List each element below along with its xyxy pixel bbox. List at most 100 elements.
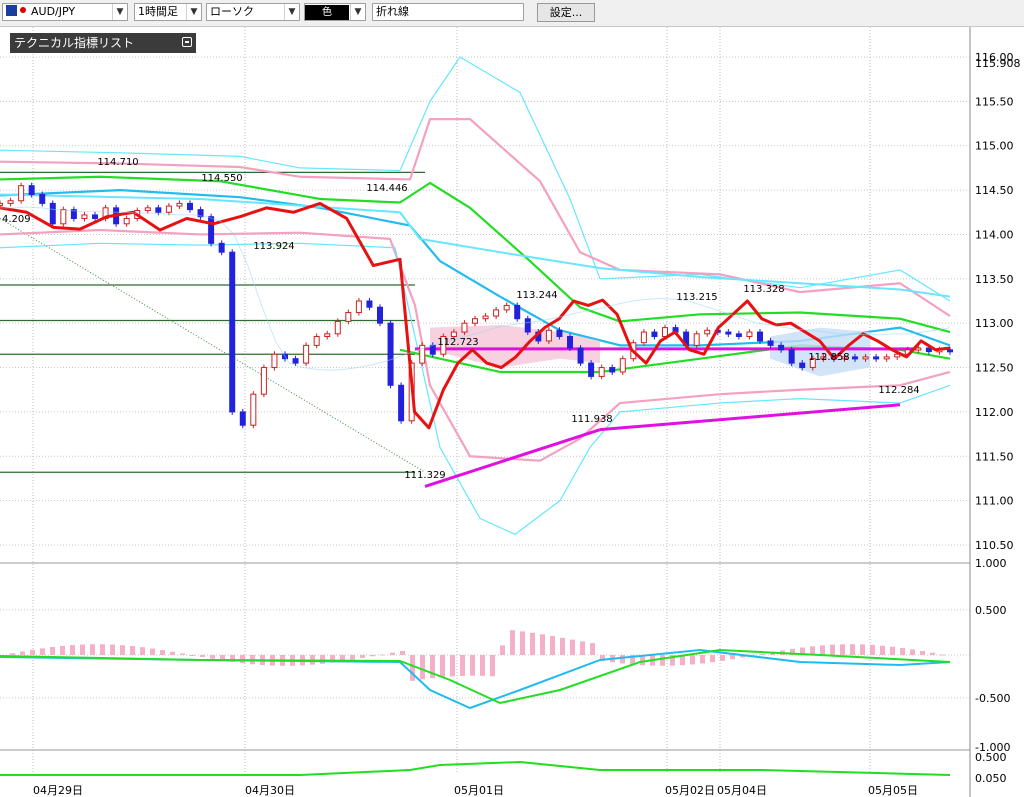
- macd-bar: [20, 651, 25, 655]
- candle-body: [123, 217, 130, 225]
- candle-body: [567, 335, 573, 349]
- macd-bar: [80, 644, 85, 655]
- price-annotation: 112.723: [437, 337, 478, 348]
- macd-bar: [590, 643, 595, 655]
- price-tick-label: 112.00: [975, 406, 1014, 419]
- candle-body: [704, 329, 711, 335]
- candle-body: [735, 333, 742, 337]
- indicator-list-panel[interactable]: テクニカル指標リスト: [10, 33, 196, 53]
- candle-body: [947, 349, 953, 353]
- candle-body: [377, 306, 383, 324]
- candle-body: [81, 214, 88, 219]
- macd-bar: [450, 655, 455, 677]
- candle-body: [49, 202, 56, 225]
- macd-bar: [320, 655, 325, 664]
- candle-body: [482, 315, 489, 320]
- osc-tick-label: 0.500: [975, 604, 1007, 617]
- macd-bar: [410, 655, 415, 681]
- currency-pair-select[interactable]: AUD/JPY ▼: [2, 3, 128, 21]
- macd-bar: [140, 647, 145, 655]
- candle-body: [155, 207, 162, 213]
- price-annotation: 112.858: [808, 352, 849, 363]
- macd-bar: [550, 636, 555, 655]
- macd-bar: [160, 650, 165, 655]
- macd-bar: [470, 655, 475, 676]
- candle-body: [725, 331, 732, 335]
- flag-icon: [6, 5, 28, 16]
- macd-bar: [840, 644, 845, 655]
- color-select[interactable]: 色 ▼: [304, 3, 366, 21]
- price-annotation: 113.244: [516, 290, 557, 301]
- macd-bar: [350, 655, 355, 660]
- candle-body: [92, 214, 98, 219]
- price-tick-label: 111.50: [975, 450, 1014, 463]
- osc-tick-label: -0.500: [975, 692, 1010, 705]
- candle-body: [0, 202, 3, 206]
- date-label: 04月29日: [33, 784, 83, 797]
- date-label: 05月05日: [868, 784, 918, 797]
- macd-bar: [620, 655, 625, 664]
- candle-body: [387, 322, 394, 386]
- candle-body: [472, 318, 478, 324]
- macd-bar: [50, 647, 55, 655]
- macd-bar: [110, 644, 115, 655]
- price-annotation: 114.446: [366, 183, 407, 194]
- candle-body: [588, 362, 595, 377]
- macd-bar: [360, 655, 365, 659]
- price-tick-label: 115.50: [975, 95, 1014, 108]
- minimize-icon[interactable]: [182, 37, 192, 47]
- chevron-down-icon[interactable]: ▼: [186, 4, 201, 20]
- candle-body: [862, 356, 869, 360]
- macd-bar: [30, 649, 35, 655]
- macd-bar: [480, 655, 485, 676]
- chevron-down-icon[interactable]: ▼: [350, 4, 365, 20]
- candle-body: [144, 207, 151, 211]
- candle-body: [598, 367, 605, 377]
- macd-bar: [530, 632, 535, 655]
- macd-bar: [700, 655, 705, 664]
- price-tick-label: 110.50: [975, 539, 1014, 552]
- price-annotation: 113.328: [743, 284, 784, 295]
- candle-body: [746, 331, 753, 337]
- macd-bar: [70, 645, 75, 655]
- price-tick-label: 113.50: [975, 273, 1014, 286]
- chevron-down-icon[interactable]: ▼: [284, 4, 299, 20]
- price-tick-label: 114.50: [975, 184, 1014, 197]
- chart-style-select[interactable]: ローソク ▼: [206, 3, 300, 21]
- sub-line-green: [0, 760, 951, 776]
- candle-body: [292, 358, 299, 364]
- date-label: 04月30日: [245, 784, 295, 797]
- macd-bar: [920, 651, 925, 655]
- price-chart[interactable]: 114.710 114.550 114.446 4.209 113.924 113.244…: [0, 27, 1024, 797]
- macd-bar: [570, 639, 575, 655]
- macd-bar: [380, 654, 385, 656]
- candle-body: [493, 309, 500, 317]
- macd-bar: [930, 652, 935, 655]
- macd-bar: [400, 650, 405, 655]
- timeframe-select[interactable]: 1時間足 ▼: [134, 3, 202, 21]
- settings-button[interactable]: 設定...: [537, 3, 595, 22]
- macd-bar: [520, 631, 525, 655]
- macd-bar: [60, 645, 65, 655]
- candle-body: [873, 356, 880, 360]
- sub-tick-label: 0.500: [975, 751, 1007, 764]
- candle-body: [545, 329, 552, 342]
- macd-bar: [190, 655, 195, 656]
- macd-bar: [830, 644, 835, 655]
- candle-body: [640, 331, 647, 344]
- trend-line-rising: [424, 428, 601, 488]
- drawing-tool-field[interactable]: 折れ線: [372, 3, 524, 21]
- macd-bar: [900, 647, 905, 655]
- candle-body: [39, 194, 46, 204]
- candle-body: [208, 216, 215, 244]
- candle-body: [60, 209, 67, 225]
- candle-body: [229, 251, 236, 413]
- candle-body: [398, 384, 405, 422]
- candle-body: [524, 318, 531, 333]
- trend-line-rising-2: [599, 403, 901, 432]
- candle-body: [250, 393, 257, 426]
- macd-bar: [150, 648, 155, 655]
- chevron-down-icon[interactable]: ▼: [112, 4, 127, 20]
- candle-body: [778, 344, 785, 351]
- macd-bar: [940, 654, 945, 656]
